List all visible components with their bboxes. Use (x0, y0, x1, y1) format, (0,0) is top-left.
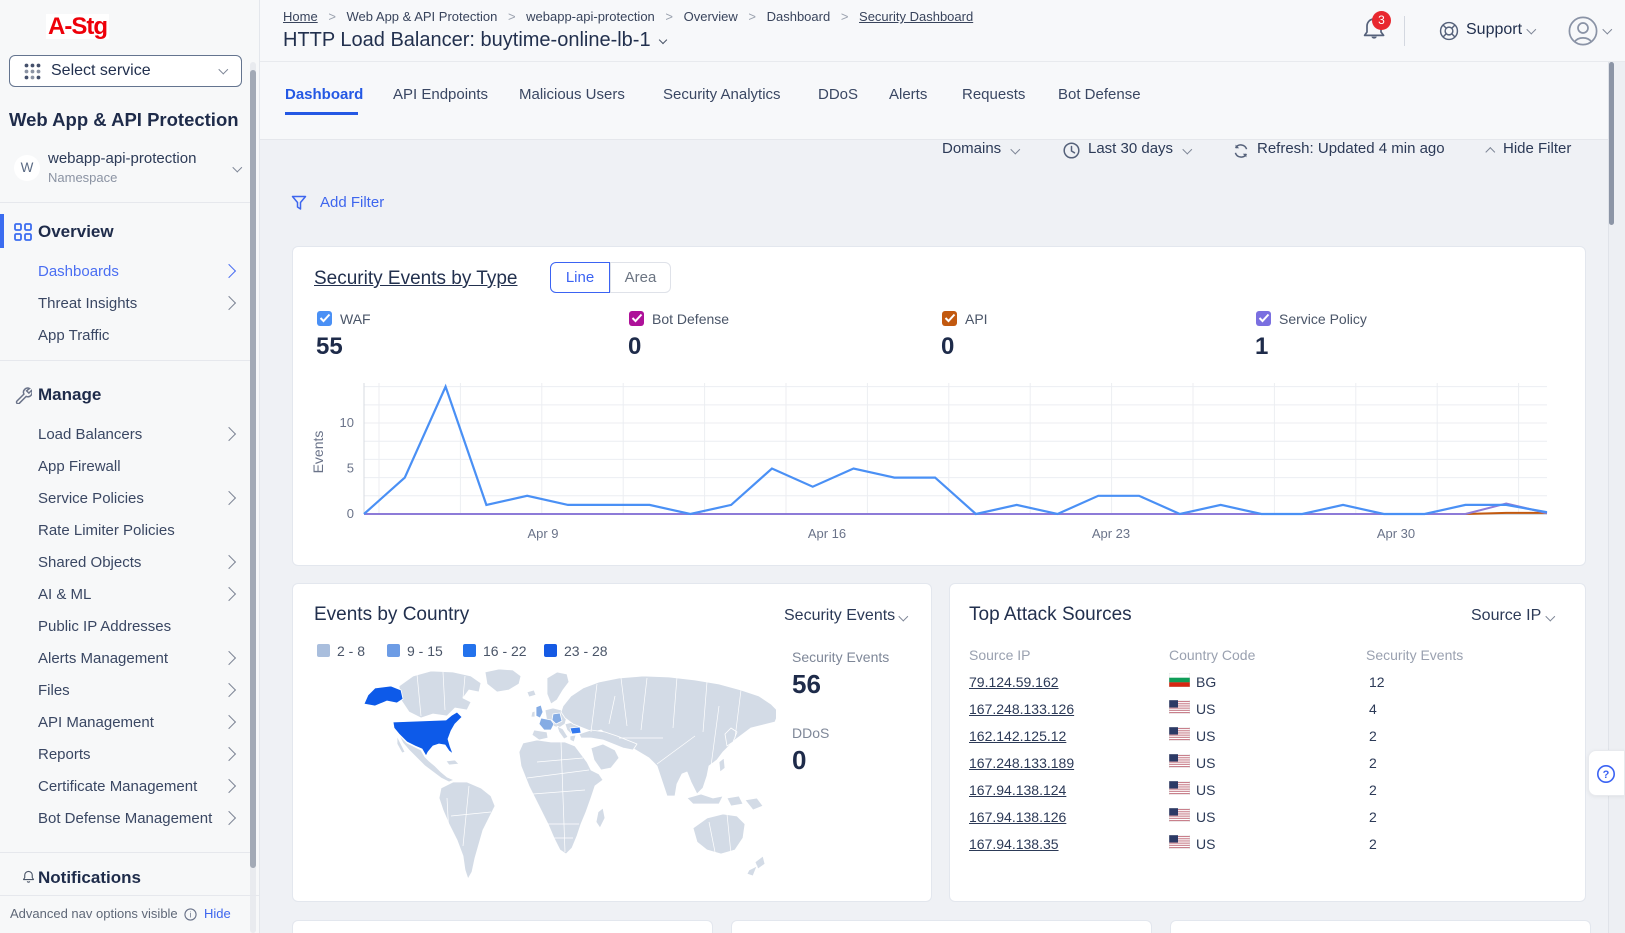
svg-text:Apr 23: Apr 23 (1092, 526, 1130, 541)
svg-text:Apr 9: Apr 9 (527, 526, 558, 541)
svg-text:i: i (190, 910, 192, 920)
svg-text:0: 0 (347, 506, 354, 521)
svg-text:?: ? (1603, 769, 1610, 781)
svg-text:Apr 16: Apr 16 (808, 526, 846, 541)
svg-text:5: 5 (347, 461, 354, 476)
svg-text:Events: Events (310, 431, 326, 474)
svg-text:Apr 30: Apr 30 (1377, 526, 1415, 541)
svg-text:10: 10 (340, 415, 354, 430)
